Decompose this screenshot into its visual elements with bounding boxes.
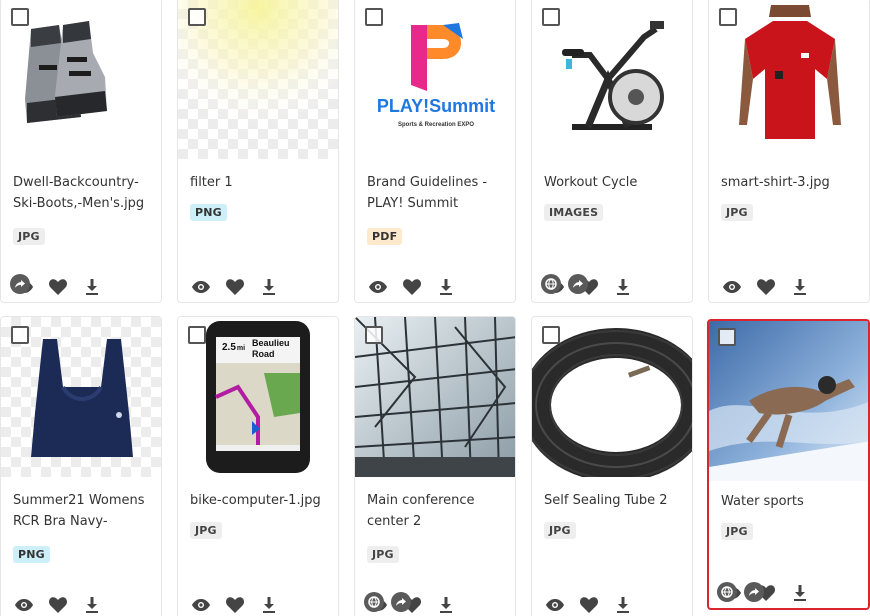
view-icon[interactable]	[15, 596, 33, 614]
asset-title: smart-shirt-3.jpg	[721, 175, 830, 190]
asset-title: Self Sealing Tube 2	[544, 493, 668, 508]
select-checkbox[interactable]	[11, 326, 29, 344]
select-checkbox[interactable]	[365, 8, 383, 26]
view-icon[interactable]	[723, 278, 741, 296]
favorite-icon[interactable]	[580, 596, 598, 614]
view-icon[interactable]	[192, 596, 210, 614]
download-icon[interactable]	[791, 584, 809, 602]
select-checkbox[interactable]	[11, 8, 29, 26]
logo-wordmark: PLAY!Summit	[377, 96, 495, 116]
favorite-icon[interactable]	[403, 278, 421, 296]
globe-icon[interactable]	[364, 592, 384, 612]
asset-card[interactable]: Main conference center 2 JPG	[354, 316, 516, 616]
view-icon[interactable]	[369, 278, 387, 296]
asset-card-selected[interactable]: Water sports JPG	[707, 319, 870, 610]
asset-title: Water sports	[721, 494, 804, 509]
favorite-icon[interactable]	[226, 596, 244, 614]
asset-card[interactable]: smart-shirt-3.jpg JPG	[708, 0, 870, 303]
file-type-badge: IMAGES	[544, 204, 604, 221]
asset-title: Brand Guidelines - PLAY! Summit	[367, 175, 488, 211]
select-checkbox[interactable]	[542, 326, 560, 344]
select-checkbox[interactable]	[542, 8, 560, 26]
logo-subtitle: Sports & Recreation EXPO	[398, 122, 474, 128]
download-icon[interactable]	[614, 278, 632, 296]
asset-card[interactable]: 2.5mi Beaulieu Road bike-computer-1.jpg …	[177, 316, 339, 616]
file-type-badge: JPG	[544, 522, 576, 539]
file-type-badge: PDF	[367, 228, 403, 245]
asset-card[interactable]: PLAY!Summit Sports & Recreation EXPO Bra…	[354, 0, 516, 303]
download-icon[interactable]	[260, 278, 278, 296]
asset-title: Dwell-Backcountry-Ski-Boots,-Men's.jpg	[13, 175, 145, 211]
share-icon[interactable]	[10, 274, 30, 294]
view-icon[interactable]	[192, 278, 210, 296]
screen-distance: 2.5	[222, 342, 236, 353]
share-icon[interactable]	[744, 582, 764, 602]
screen-unit: mi	[237, 345, 245, 352]
file-type-badge: PNG	[190, 204, 227, 221]
asset-title: Workout Cycle	[544, 175, 638, 190]
asset-card[interactable]: Summer21 Womens RCR Bra Navy- PNG	[0, 316, 162, 616]
globe-icon[interactable]	[717, 582, 737, 602]
asset-card[interactable]: filter 1 PNG	[177, 0, 339, 303]
globe-icon[interactable]	[541, 274, 561, 294]
asset-title: Main conference center 2	[367, 493, 475, 529]
select-checkbox[interactable]	[718, 328, 736, 346]
select-checkbox[interactable]	[188, 326, 206, 344]
asset-card[interactable]: Self Sealing Tube 2 JPG	[531, 316, 693, 616]
download-icon[interactable]	[437, 596, 455, 614]
select-checkbox[interactable]	[365, 326, 383, 344]
download-icon[interactable]	[83, 278, 101, 296]
select-checkbox[interactable]	[719, 8, 737, 26]
favorite-icon[interactable]	[49, 278, 67, 296]
file-type-badge: JPG	[721, 523, 753, 540]
view-icon[interactable]	[546, 596, 564, 614]
screen-street: Beaulieu Road	[252, 338, 290, 359]
favorite-icon[interactable]	[757, 278, 775, 296]
favorite-icon[interactable]	[226, 278, 244, 296]
file-type-badge: JPG	[367, 546, 399, 563]
share-icon[interactable]	[391, 592, 411, 612]
file-type-badge: JPG	[190, 522, 222, 539]
download-icon[interactable]	[83, 596, 101, 614]
asset-title: filter 1	[190, 175, 233, 190]
select-checkbox[interactable]	[188, 8, 206, 26]
asset-card[interactable]: Dwell-Backcountry-Ski-Boots,-Men's.jpg J…	[0, 0, 162, 303]
file-type-badge: PNG	[13, 546, 50, 563]
file-type-badge: JPG	[13, 228, 45, 245]
share-icon[interactable]	[568, 274, 588, 294]
asset-title: bike-computer-1.jpg	[190, 493, 321, 508]
download-icon[interactable]	[614, 596, 632, 614]
file-type-badge: JPG	[721, 204, 753, 221]
download-icon[interactable]	[791, 278, 809, 296]
favorite-icon[interactable]	[49, 596, 67, 614]
download-icon[interactable]	[437, 278, 455, 296]
download-icon[interactable]	[260, 596, 278, 614]
asset-card[interactable]: Workout Cycle IMAGES	[531, 0, 693, 303]
asset-title: Summer21 Womens RCR Bra Navy-	[13, 493, 145, 529]
